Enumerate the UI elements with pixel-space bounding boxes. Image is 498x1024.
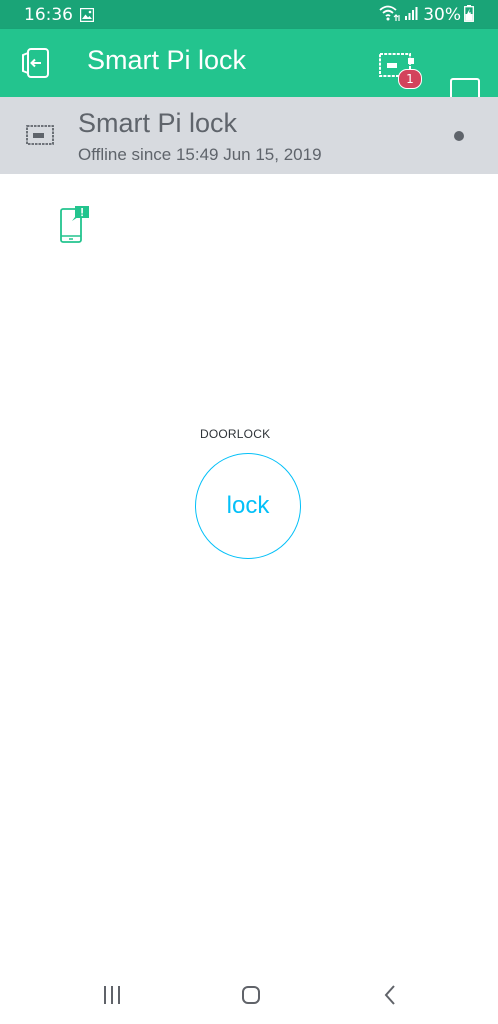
signal-icon — [404, 5, 418, 25]
nav-bar — [0, 964, 498, 1024]
device-badge: 1 — [398, 69, 422, 89]
wifi-icon — [379, 4, 401, 26]
back-icon[interactable] — [383, 985, 397, 1009]
device-status: Offline since 15:49 Jun 15, 2019 — [78, 145, 322, 164]
battery-percent: 30% — [423, 5, 461, 25]
phone-notification-icon[interactable] — [58, 203, 92, 247]
lock-button-text: lock — [226, 492, 270, 519]
battery-charging-icon — [464, 4, 474, 26]
app-bar: Smart Pi lock — [0, 29, 498, 108]
device-name: Smart Pi lock — [78, 108, 238, 138]
exit-icon[interactable] — [19, 46, 53, 80]
recents-icon[interactable] — [102, 986, 122, 1008]
status-time: 16:36 — [24, 5, 73, 25]
lock-button[interactable]: lock — [195, 453, 301, 559]
status-dot — [454, 131, 464, 141]
status-indicators: 30% — [379, 4, 474, 26]
gallery-icon — [79, 7, 95, 26]
home-icon[interactable] — [242, 986, 260, 1004]
status-bar: 16:36 30% — [0, 0, 498, 29]
app-title: Smart Pi lock — [87, 45, 247, 75]
button-widget-label: DOORLOCK — [200, 427, 271, 441]
device-board-icon — [26, 125, 54, 149]
